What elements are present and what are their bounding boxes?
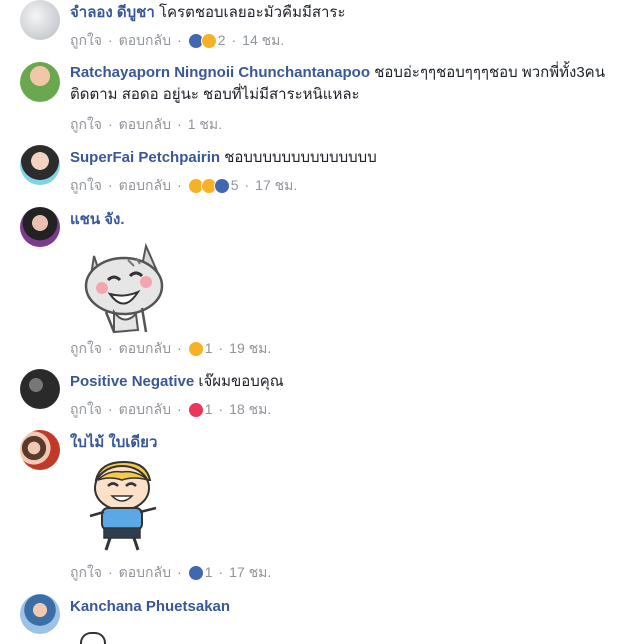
like-link[interactable]: ถูกใจ	[70, 401, 102, 417]
reactions[interactable]	[187, 565, 204, 582]
like-link[interactable]: ถูกใจ	[70, 116, 102, 132]
avatar[interactable]	[20, 62, 60, 102]
reaction-count[interactable]: 5	[231, 177, 239, 193]
love-reaction-icon	[187, 402, 204, 419]
like-link[interactable]: ถูกใจ	[70, 340, 102, 356]
comment-text: โครตชอบเลยอะมัวคืมมีสาระ	[158, 4, 346, 21]
sad-reaction-icon	[187, 341, 204, 358]
reactions[interactable]	[187, 33, 217, 50]
reply-link[interactable]: ตอบกลับ	[119, 340, 171, 356]
sad-reaction-icon	[200, 33, 217, 50]
like-link[interactable]: ถูกใจ	[70, 564, 102, 580]
commenter-name[interactable]: Positive Negative	[70, 373, 194, 390]
like-reaction-icon	[213, 178, 230, 195]
commenter-name[interactable]: Kanchana Phuetsakan	[70, 598, 230, 615]
timestamp[interactable]: 17 ชม.	[229, 564, 271, 580]
timestamp[interactable]: 1 ชม.	[188, 116, 222, 132]
avatar[interactable]	[20, 369, 60, 409]
avatar[interactable]	[20, 594, 60, 634]
reply-link[interactable]: ตอบกลับ	[119, 116, 171, 132]
reply-link[interactable]: ตอบกลับ	[119, 177, 171, 193]
timestamp[interactable]: 18 ชม.	[229, 401, 271, 417]
like-reaction-icon	[187, 565, 204, 582]
reactions[interactable]	[187, 341, 204, 358]
reaction-count[interactable]: 1	[205, 564, 213, 580]
like-link[interactable]: ถูกใจ	[70, 32, 102, 48]
timestamp[interactable]: 14 ชม.	[242, 32, 284, 48]
reactions[interactable]	[187, 178, 230, 195]
commenter-name[interactable]: จำลอง ดีบูชา	[70, 4, 155, 21]
timestamp[interactable]: 19 ชม.	[229, 340, 271, 356]
timestamp[interactable]: 17 ชม.	[255, 177, 297, 193]
commenter-name[interactable]: ใบไม้ ใบเดียว	[70, 434, 157, 451]
commenter-name[interactable]: แชน จัง.	[70, 211, 125, 228]
reply-link[interactable]: ตอบกลับ	[119, 564, 171, 580]
comment-text: เจ๊ผมขอบคุณ	[198, 373, 284, 390]
comment-text: ชอบบบบบบบบบบบบบบ	[224, 149, 377, 166]
reply-link[interactable]: ตอบกลับ	[119, 401, 171, 417]
like-link[interactable]: ถูกใจ	[70, 177, 102, 193]
reply-link[interactable]: ตอบกลับ	[119, 32, 171, 48]
reaction-count[interactable]: 1	[205, 401, 213, 417]
avatar[interactable]	[20, 430, 60, 470]
partial-sticker	[80, 632, 106, 644]
reaction-count[interactable]: 2	[218, 32, 226, 48]
avatar[interactable]	[20, 207, 60, 247]
boy-sticker-image	[89, 460, 157, 551]
cat-sticker-image	[84, 242, 164, 334]
reaction-count[interactable]: 1	[205, 340, 213, 356]
avatar[interactable]	[20, 145, 60, 185]
commenter-name[interactable]: SuperFai Petchpairin	[70, 149, 220, 166]
commenter-name[interactable]: Ratchayaporn Ningnoii Chunchantanapoo	[70, 64, 370, 81]
avatar[interactable]	[20, 0, 60, 40]
reactions[interactable]	[187, 402, 204, 419]
